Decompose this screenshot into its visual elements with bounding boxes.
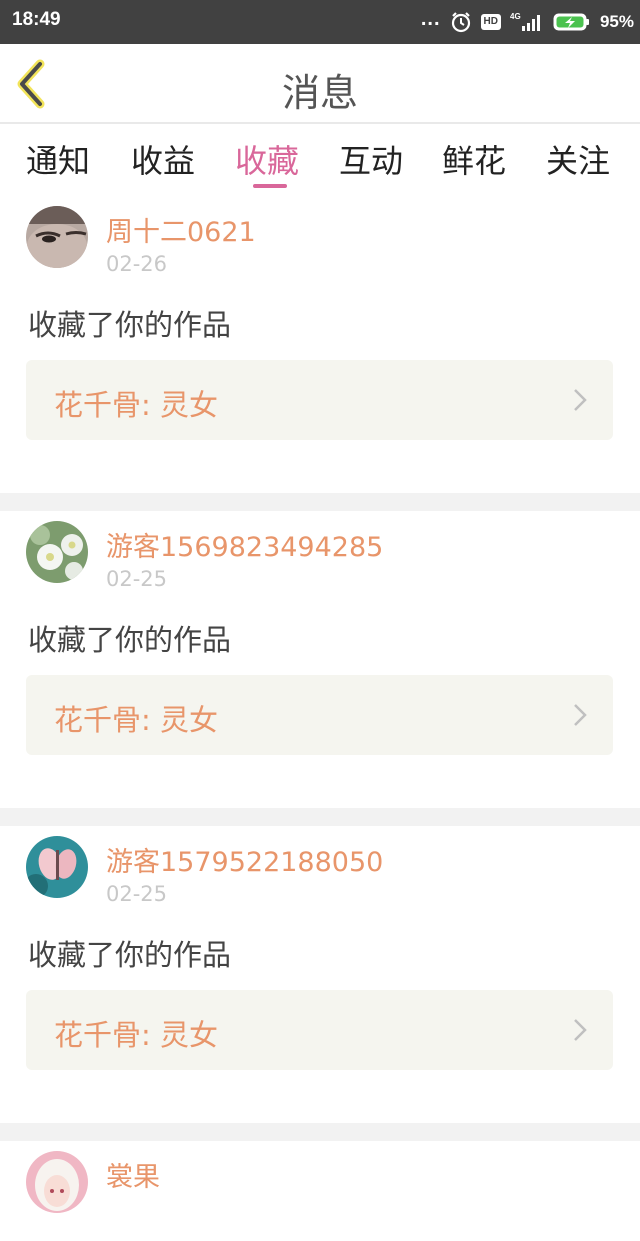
user-name[interactable]: 周十二0621 (106, 210, 256, 249)
battery (553, 11, 591, 33)
butterfly-avatar-icon (26, 836, 88, 898)
more-dots-icon: ... (420, 7, 441, 30)
tab-bar: 通知 收益 收藏 互动 鲜花 关注 (0, 124, 640, 196)
divider (0, 808, 640, 826)
message-action: 收藏了你的作品 (28, 938, 232, 972)
status-bar: 18:49 ... HD 4G 95% (0, 0, 640, 44)
flower-avatar-icon (26, 521, 88, 583)
tab-flowers[interactable]: 鲜花 (442, 136, 506, 182)
tab-notice[interactable]: 通知 (26, 136, 90, 182)
work-title: 花千骨: 灵女 (54, 1018, 218, 1052)
list-item: 裳果 (0, 1141, 640, 1241)
divider (0, 1123, 640, 1141)
work-title: 花千骨: 灵女 (54, 388, 218, 422)
status-time: 18:49 (12, 9, 61, 30)
list-item: 周十二0621 02-26 收藏了你的作品 花千骨: 灵女 (0, 196, 640, 493)
message-date: 02-26 (106, 252, 168, 276)
message-action: 收藏了你的作品 (28, 623, 232, 657)
message-list: 周十二0621 02-26 收藏了你的作品 花千骨: 灵女 游客15698234… (0, 196, 640, 1241)
chevron-right-icon (574, 389, 587, 411)
message-action: 收藏了你的作品 (28, 308, 232, 342)
page-title: 消息 (281, 71, 358, 115)
hd-badge: HD (480, 14, 501, 30)
avatar[interactable] (26, 206, 88, 268)
message-date: 02-25 (106, 882, 168, 906)
user-name[interactable]: 裳果 (106, 1155, 160, 1194)
list-item: 游客1579522188050 02-25 收藏了你的作品 花千骨: 灵女 (0, 826, 640, 1123)
battery-charging-icon (553, 13, 589, 31)
tab-favorites[interactable]: 收藏 (235, 136, 299, 182)
user-name[interactable]: 游客1579522188050 (106, 840, 383, 879)
alarm-icon (451, 12, 470, 33)
avatar[interactable] (26, 1151, 88, 1213)
signal-icon: 4G (510, 12, 540, 31)
tab-follow[interactable]: 关注 (546, 136, 610, 182)
avatar[interactable] (26, 521, 88, 583)
work-link[interactable]: 花千骨: 灵女 (26, 360, 613, 440)
battery-percent: 95% (599, 12, 634, 31)
chevron-right-icon (574, 704, 587, 726)
work-link[interactable]: 花千骨: 灵女 (26, 990, 613, 1070)
avatar[interactable] (26, 836, 88, 898)
work-link[interactable]: 花千骨: 灵女 (26, 675, 613, 755)
app-header: 消息 (0, 44, 640, 124)
face-avatar-icon (26, 206, 88, 268)
tab-interaction[interactable]: 互动 (339, 136, 403, 182)
work-title: 花千骨: 灵女 (54, 703, 218, 737)
tab-earnings[interactable]: 收益 (131, 136, 195, 182)
divider (0, 493, 640, 511)
user-name[interactable]: 游客1569823494285 (106, 525, 383, 564)
anime-avatar-icon (26, 1151, 88, 1213)
list-item: 游客1569823494285 02-25 收藏了你的作品 花千骨: 灵女 (0, 511, 640, 808)
network-type-label: 4G (510, 12, 521, 21)
message-date: 02-25 (106, 567, 168, 591)
chevron-right-icon (574, 1019, 587, 1041)
status-icons: ... HD 4G 95% (421, 8, 634, 36)
active-tab-indicator (253, 184, 287, 188)
